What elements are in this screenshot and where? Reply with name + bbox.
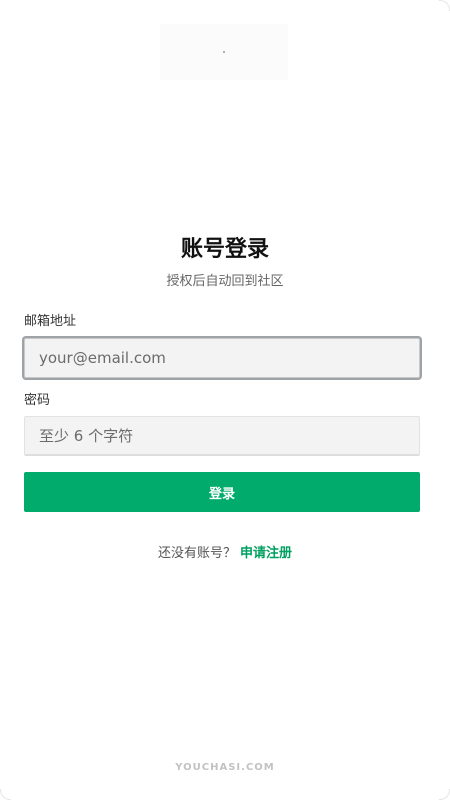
password-field[interactable] [24,416,420,456]
password-label: 密码 [24,393,51,408]
page-title: 账号登录 [180,237,269,262]
login-page: 账号登录 授权后自动回到社区 邮箱地址 密码 登录 还没有账号？ 申请注册 YOU… [0,0,450,800]
email-label: 邮箱地址 [24,314,77,329]
logo-icon [223,51,225,53]
window-corner-bottom-left [0,789,11,800]
window-corner-top-right [439,0,450,11]
login-button[interactable]: 登录 [24,472,420,512]
logo [160,24,288,80]
footer-brand: YOUCHASI.COM [175,762,275,773]
signup-row: 还没有账号？ 申请注册 [0,544,450,564]
page-subtitle: 授权后自动回到社区 [166,274,284,289]
window-corner-bottom-right [439,789,450,800]
signup-prompt: 还没有账号？ [157,546,236,561]
email-field[interactable] [24,338,420,378]
signup-link[interactable]: 申请注册 [240,546,292,561]
